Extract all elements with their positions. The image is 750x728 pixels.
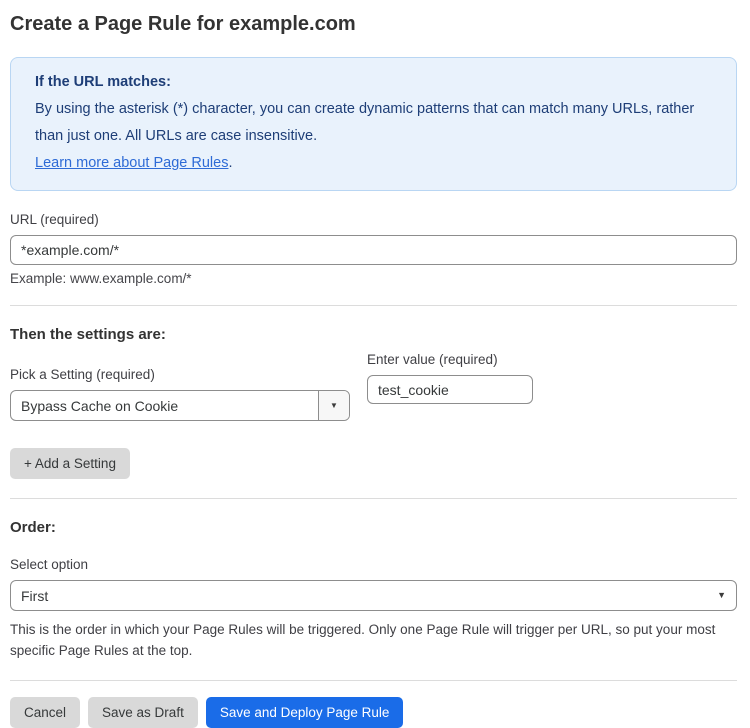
setting-select[interactable]: Bypass Cache on Cookie ▼ (10, 390, 350, 421)
settings-row: Pick a Setting (required) Bypass Cache o… (10, 346, 737, 421)
cancel-button[interactable]: Cancel (10, 697, 80, 728)
setting-select-value: Bypass Cache on Cookie (11, 391, 318, 420)
order-select-label: Select option (10, 557, 737, 572)
url-input[interactable] (10, 235, 737, 265)
page-rule-form: Create a Page Rule for example.com If th… (0, 0, 750, 728)
setting-select-label: Pick a Setting (required) (10, 367, 350, 382)
divider (10, 305, 737, 306)
learn-more-link[interactable]: Learn more about Page Rules (35, 155, 228, 171)
divider (10, 680, 737, 681)
link-suffix: . (228, 155, 232, 171)
page-title: Create a Page Rule for example.com (10, 0, 737, 36)
settings-section-heading: Then the settings are: (10, 326, 737, 343)
order-section-heading: Order: (10, 519, 737, 536)
url-field-label: URL (required) (10, 212, 737, 227)
save-as-draft-button[interactable]: Save as Draft (88, 697, 198, 728)
setting-select-arrow-button[interactable]: ▼ (318, 391, 349, 420)
url-example-helper: Example: www.example.com/* (10, 271, 737, 286)
add-setting-button[interactable]: + Add a Setting (10, 448, 130, 479)
info-box-body: By using the asterisk (*) character, you… (35, 96, 712, 150)
chevron-down-icon: ▼ (330, 402, 338, 410)
divider (10, 498, 737, 499)
setting-picker-column: Pick a Setting (required) Bypass Cache o… (10, 346, 350, 421)
order-helper-text: This is the order in which your Page Rul… (10, 619, 734, 661)
info-box-heading: If the URL matches: (35, 69, 712, 96)
form-actions: Cancel Save as Draft Save and Deploy Pag… (10, 697, 737, 728)
order-select-value: First (21, 588, 717, 604)
chevron-down-icon: ▼ (717, 591, 726, 600)
info-box-link-line: Learn more about Page Rules. (35, 150, 712, 177)
setting-value-column: Enter value (required) (367, 346, 533, 421)
setting-value-input[interactable] (367, 375, 533, 404)
order-select[interactable]: First ▼ (10, 580, 737, 611)
value-field-label: Enter value (required) (367, 352, 533, 367)
url-match-info-box: If the URL matches: By using the asteris… (10, 57, 737, 191)
save-and-deploy-button[interactable]: Save and Deploy Page Rule (206, 697, 404, 728)
